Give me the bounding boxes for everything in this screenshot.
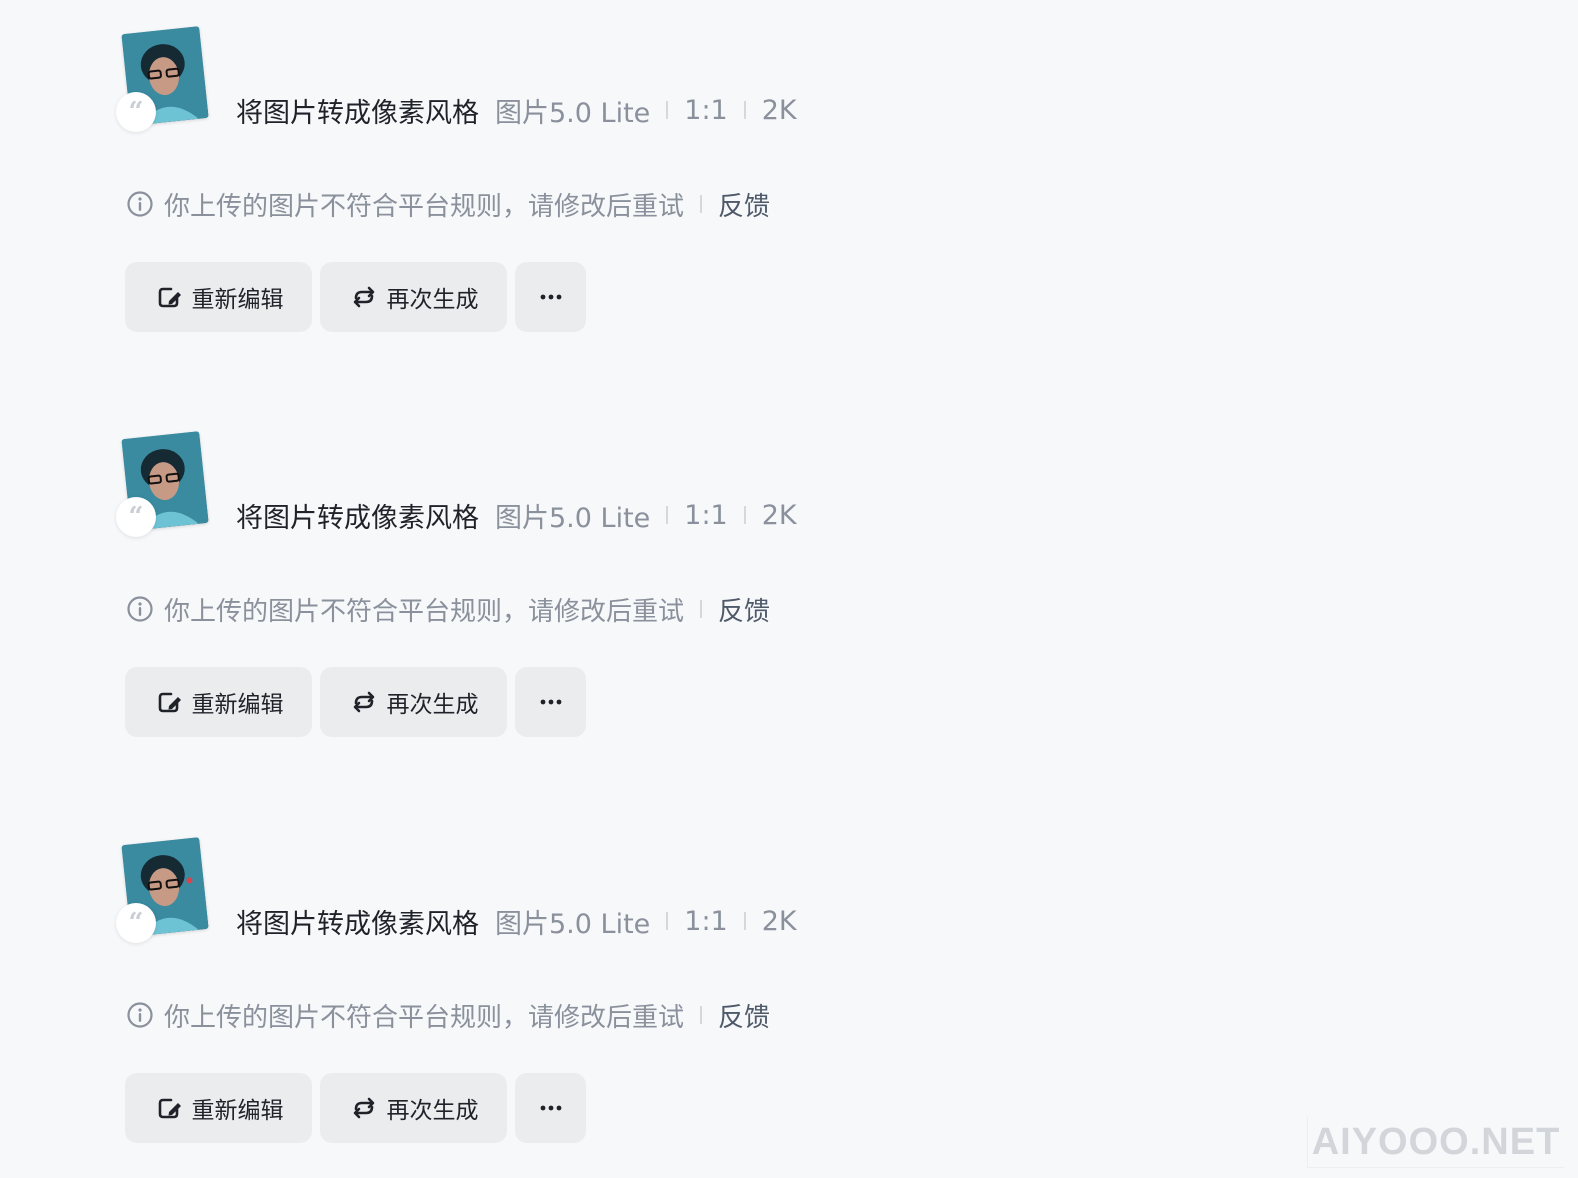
site-watermark: AIYOOO.NET — [1307, 1117, 1564, 1168]
quote-icon: “ — [116, 92, 156, 132]
re-edit-button[interactable]: 重新编辑 — [125, 667, 312, 737]
regenerate-label: 再次生成 — [386, 287, 479, 313]
reference-image-stack[interactable]: “ — [116, 431, 216, 537]
regenerate-button[interactable]: 再次生成 — [320, 667, 507, 737]
notice-text: 你上传的图片不符合平台规则，请修改后重试 — [164, 596, 685, 627]
generation-record: “ 将图片转成像素风格 图片5.0 Lite 1:1 2K 你上传的图片不符合平… — [0, 405, 1000, 737]
more-options-button[interactable] — [515, 667, 586, 737]
quote-icon: “ — [116, 497, 156, 537]
regenerate-label: 再次生成 — [386, 1098, 479, 1124]
aspect-ratio: 1:1 — [684, 94, 728, 126]
notice-text: 你上传的图片不符合平台规则，请修改后重试 — [164, 191, 685, 222]
refresh-icon — [353, 691, 374, 713]
generation-record: “ 将图片转成像素风格 图片5.0 Lite 1:1 2K 你上传的图片不符合平… — [0, 0, 1000, 332]
re-edit-label: 重新编辑 — [191, 287, 284, 313]
regenerate-label: 再次生成 — [386, 692, 479, 718]
more-dots-icon — [540, 699, 561, 705]
info-circle-icon — [127, 596, 153, 622]
prompt-line: 将图片转成像素风格 图片5.0 Lite 1:1 2K — [236, 901, 797, 941]
divider — [743, 101, 746, 119]
feedback-link[interactable]: 反馈 — [718, 186, 770, 223]
regenerate-button[interactable]: 再次生成 — [320, 262, 507, 332]
prompt-text: 将图片转成像素风格 — [236, 908, 479, 940]
re-edit-label: 重新编辑 — [191, 692, 284, 718]
more-dots-icon — [540, 294, 561, 300]
error-notice: 你上传的图片不符合平台规则，请修改后重试 反馈 — [126, 995, 770, 1035]
resolution: 2K — [761, 94, 797, 126]
divider — [666, 506, 669, 524]
divider — [743, 506, 746, 524]
divider — [743, 912, 746, 930]
regenerate-button[interactable]: 再次生成 — [320, 1073, 507, 1143]
info-circle-icon — [127, 1002, 153, 1028]
action-bar: 重新编辑 再次生成 — [125, 667, 586, 737]
action-bar: 重新编辑 再次生成 — [125, 262, 586, 332]
divider — [700, 600, 703, 618]
model-name: 图片5.0 Lite — [495, 97, 651, 129]
feedback-link[interactable]: 反馈 — [718, 997, 770, 1034]
aspect-ratio: 1:1 — [684, 905, 728, 937]
reference-image-stack[interactable]: “ — [116, 26, 216, 132]
more-options-button[interactable] — [515, 262, 586, 332]
aspect-ratio: 1:1 — [684, 499, 728, 531]
prompt-text: 将图片转成像素风格 — [236, 97, 479, 129]
action-bar: 重新编辑 再次生成 — [125, 1073, 586, 1143]
info-circle-icon — [127, 191, 153, 217]
re-edit-button[interactable]: 重新编辑 — [125, 1073, 312, 1143]
edit-square-icon — [158, 692, 181, 713]
resolution: 2K — [761, 905, 797, 937]
model-name: 图片5.0 Lite — [495, 908, 651, 940]
resolution: 2K — [761, 499, 797, 531]
prompt-line: 将图片转成像素风格 图片5.0 Lite 1:1 2K — [236, 90, 797, 130]
divider — [666, 912, 669, 930]
more-dots-icon — [540, 1105, 561, 1111]
reference-image-stack[interactable]: “ — [116, 837, 216, 943]
prompt-text: 将图片转成像素风格 — [236, 502, 479, 534]
divider — [700, 195, 703, 213]
re-edit-button[interactable]: 重新编辑 — [125, 262, 312, 332]
prompt-line: 将图片转成像素风格 图片5.0 Lite 1:1 2K — [236, 495, 797, 535]
refresh-icon — [353, 286, 374, 308]
re-edit-label: 重新编辑 — [191, 1098, 284, 1124]
edit-square-icon — [158, 287, 181, 308]
refresh-icon — [353, 1097, 374, 1119]
feedback-link[interactable]: 反馈 — [718, 591, 770, 628]
error-notice: 你上传的图片不符合平台规则，请修改后重试 反馈 — [126, 184, 770, 224]
divider — [700, 1006, 703, 1024]
error-notice: 你上传的图片不符合平台规则，请修改后重试 反馈 — [126, 589, 770, 629]
divider — [666, 101, 669, 119]
edit-square-icon — [158, 1098, 181, 1119]
notice-text: 你上传的图片不符合平台规则，请修改后重试 — [164, 1002, 685, 1033]
model-name: 图片5.0 Lite — [495, 502, 651, 534]
more-options-button[interactable] — [515, 1073, 586, 1143]
generation-record: “ 将图片转成像素风格 图片5.0 Lite 1:1 2K 你上传的图片不符合平… — [0, 811, 1000, 1143]
quote-icon: “ — [116, 903, 156, 943]
